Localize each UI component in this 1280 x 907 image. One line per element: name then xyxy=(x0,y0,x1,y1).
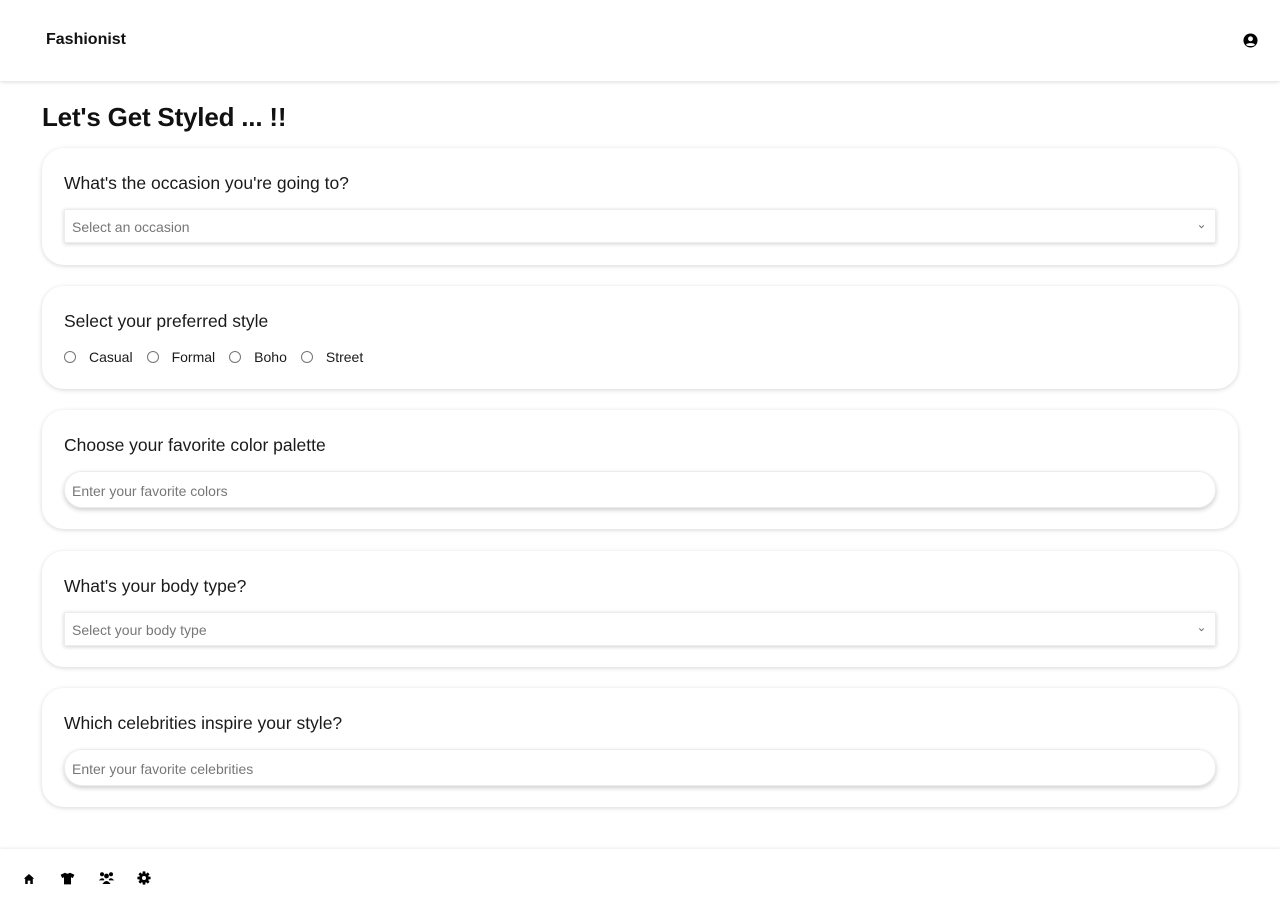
users-icon[interactable] xyxy=(98,871,115,885)
occasion-select[interactable]: Select an occasion xyxy=(64,209,1216,243)
chevron-down-icon xyxy=(1198,628,1205,632)
radio-label: Street xyxy=(325,349,364,365)
bottom-nav-bar xyxy=(0,849,1280,907)
radio-button[interactable] xyxy=(64,351,76,363)
body-type-select[interactable]: Select your body type xyxy=(64,612,1216,646)
top-app-bar: Fashionist xyxy=(0,0,1280,81)
style-card: Select your preferred style Casual Forma… xyxy=(42,286,1238,389)
body-type-select-value: Select your body type xyxy=(72,622,207,638)
chevron-down-icon xyxy=(1198,225,1205,229)
occasion-select-value: Select an occasion xyxy=(72,219,190,235)
style-question: Select your preferred style xyxy=(64,311,269,331)
radio-button[interactable] xyxy=(300,351,313,363)
radio-label: Formal xyxy=(171,349,216,365)
radio-button[interactable] xyxy=(146,351,159,363)
occasion-card: What's the occasion you're going to? Sel… xyxy=(42,148,1238,265)
celebrities-card: Which celebrities inspire your style? En… xyxy=(42,688,1238,807)
occasion-question: What's the occasion you're going to? xyxy=(64,173,349,193)
brand-title[interactable]: Fashionist xyxy=(46,31,126,49)
color-palette-input[interactable]: Enter your favorite colors xyxy=(64,471,1216,508)
radio-casual[interactable]: Casual xyxy=(64,349,133,365)
radio-formal[interactable]: Formal xyxy=(146,349,216,365)
home-icon[interactable] xyxy=(23,873,35,885)
color-palette-card: Choose your favorite color palette Enter… xyxy=(42,410,1238,529)
celebrities-placeholder: Enter your favorite celebrities xyxy=(72,761,254,777)
radio-label: Casual xyxy=(89,349,133,365)
radio-street[interactable]: Street xyxy=(300,349,364,365)
color-palette-question: Choose your favorite color palette xyxy=(64,435,326,455)
radio-label: Boho xyxy=(254,349,287,365)
celebrities-input[interactable]: Enter your favorite celebrities xyxy=(64,749,1216,786)
gear-icon[interactable] xyxy=(137,871,151,885)
body-type-question: What's your body type? xyxy=(64,576,247,596)
page-title: Let's Get Styled ... !! xyxy=(42,102,287,132)
color-palette-placeholder: Enter your favorite colors xyxy=(72,483,228,499)
celebrities-question: Which celebrities inspire your style? xyxy=(64,713,343,733)
user-circle-icon[interactable] xyxy=(1243,33,1258,48)
body-type-card: What's your body type? Select your body … xyxy=(42,551,1238,667)
style-radio-group: Casual Formal Boho Street xyxy=(64,348,377,366)
radio-button[interactable] xyxy=(229,351,242,363)
radio-boho[interactable]: Boho xyxy=(229,349,287,365)
shirt-icon[interactable] xyxy=(60,872,75,885)
